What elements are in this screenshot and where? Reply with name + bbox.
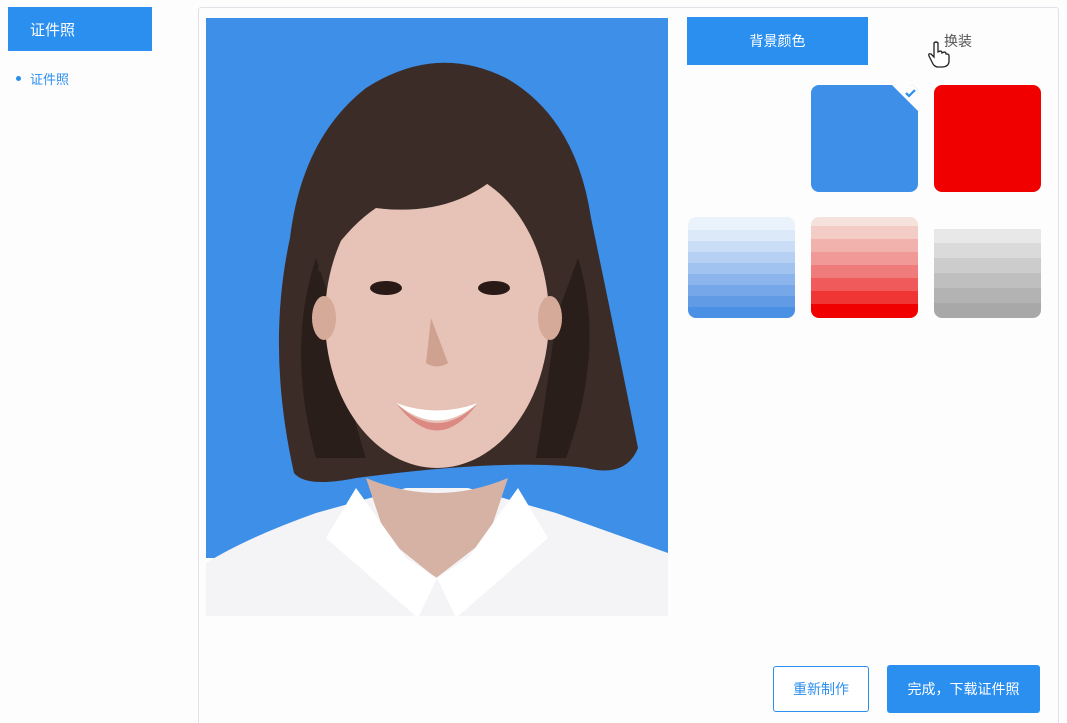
tab-background-color[interactable]: 背景颜色	[687, 17, 868, 65]
swatch-red-gradient[interactable]	[811, 217, 918, 318]
sidebar-item-id-photo[interactable]: 证件照	[16, 68, 69, 88]
finish-download-button[interactable]: 完成，下载证件照	[887, 665, 1040, 713]
sidebar-item-label: 证件照	[30, 72, 70, 88]
swatch-blue[interactable]	[811, 85, 918, 192]
portrait-illustration	[206, 18, 668, 616]
remake-button[interactable]: 重新制作	[773, 666, 869, 712]
sidebar: 证件照 证件照	[0, 0, 190, 723]
id-photo-preview	[206, 18, 668, 616]
swatch-gray-gradient[interactable]	[934, 217, 1041, 318]
sidebar-header[interactable]: 证件照	[8, 7, 152, 51]
gray-gradient-bands	[934, 217, 1041, 318]
blue-gradient-bands	[688, 217, 795, 318]
swatch-blue-gradient[interactable]	[688, 217, 795, 318]
swatch-red[interactable]	[934, 85, 1041, 192]
hand-cursor-icon	[928, 41, 950, 68]
selected-check-icon	[892, 85, 918, 111]
bullet-icon	[16, 75, 21, 81]
red-gradient-bands	[811, 217, 918, 318]
